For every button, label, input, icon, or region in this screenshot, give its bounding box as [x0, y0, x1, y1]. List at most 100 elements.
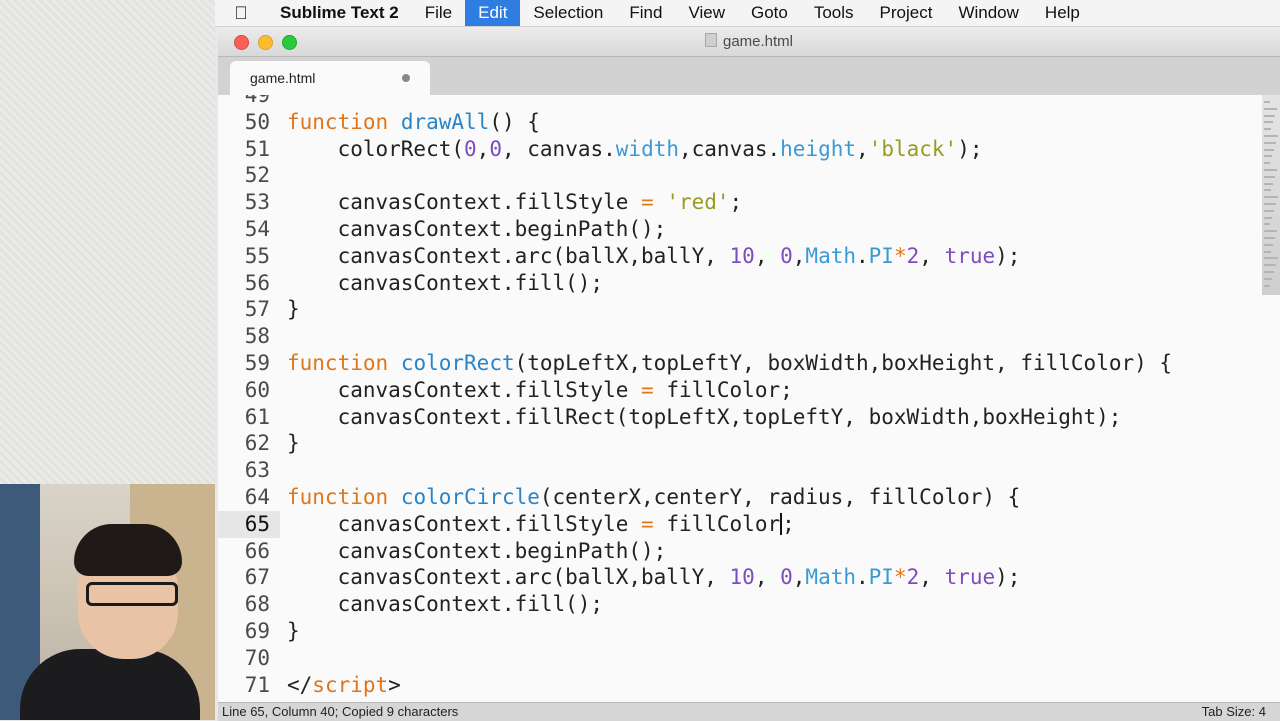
- menu-edit[interactable]: Edit: [465, 0, 521, 26]
- menu-bar:  Sublime Text 2 File Edit Selection Fin…: [215, 0, 1280, 27]
- line-number: 60: [244, 377, 270, 402]
- window-title-bar[interactable]: game.html: [218, 27, 1280, 57]
- tab-size-indicator[interactable]: Tab Size: 4: [1202, 703, 1266, 721]
- document-icon: [704, 33, 717, 47]
- code-line[interactable]: 54 canvasContext.beginPath();: [218, 216, 1258, 243]
- code-line[interactable]: 64 function colorCircle(centerX,centerY, …: [218, 484, 1258, 511]
- code-line[interactable]: 66 canvasContext.beginPath();: [218, 538, 1258, 565]
- line-number: 58: [244, 324, 270, 349]
- code-text: canvasContext.arc(ballX,ballY, 10, 0,Mat…: [287, 565, 1021, 590]
- minimap-line: [1264, 250, 1271, 253]
- minimap-line: [1264, 107, 1277, 110]
- minimap-line: [1264, 182, 1273, 185]
- code-line[interactable]: 61 canvasContext.fillRect(topLeftX,topLe…: [218, 404, 1258, 431]
- menu-view[interactable]: View: [675, 0, 738, 26]
- code-line[interactable]: 65 canvasContext.fillStyle = fillColor;: [218, 510, 1258, 538]
- desktop-background: [0, 0, 215, 484]
- code-line[interactable]: 59 function colorRect(topLeftX,topLeftY, …: [218, 350, 1258, 377]
- code-text: }: [287, 619, 300, 643]
- line-number: 66: [244, 538, 270, 563]
- minimap-line: [1264, 264, 1276, 267]
- code-line[interactable]: 69}: [218, 618, 1258, 645]
- code-text: canvasContext.beginPath();: [287, 217, 667, 241]
- code-line[interactable]: 62}: [218, 430, 1258, 457]
- code-text: }: [287, 431, 300, 456]
- webcam-overlay: [0, 484, 215, 720]
- line-number: 52: [244, 163, 270, 188]
- menu-file[interactable]: File: [412, 0, 465, 26]
- line-number: 59: [244, 351, 270, 375]
- code-line[interactable]: 60 canvasContext.fillStyle = fillColor;: [218, 377, 1258, 404]
- minimap-line: [1264, 243, 1273, 246]
- code-editor[interactable]: 49 50 function drawAll() {51 colorRect(0,0…: [218, 95, 1280, 702]
- code-line[interactable]: 57}: [218, 296, 1258, 323]
- menu-find[interactable]: Find: [616, 0, 675, 26]
- status-bar: Line 65, Column 40; Copied 9 characters …: [218, 702, 1280, 721]
- code-line[interactable]: 52: [218, 162, 1258, 189]
- code-text: canvasContext.arc(ballX,ballY, 10, 0,Mat…: [287, 243, 1021, 268]
- line-number: 64: [244, 485, 270, 509]
- menu-window[interactable]: Window: [945, 0, 1031, 26]
- menu-project[interactable]: Project: [867, 0, 946, 26]
- minimap-line: [1264, 230, 1277, 233]
- line-number: 65: [218, 510, 280, 538]
- tab-game-html[interactable]: game.html: [230, 61, 430, 95]
- code-line[interactable]: 53 canvasContext.fillStyle = 'red';: [218, 189, 1258, 216]
- code-text: function colorCircle(centerX,centerY, ra…: [287, 485, 1021, 509]
- minimap-line: [1264, 284, 1270, 287]
- line-number: 55: [244, 243, 270, 268]
- code-line[interactable]: 55 canvasContext.arc(ballX,ballY, 10, 0,…: [218, 243, 1258, 270]
- code-line[interactable]: 50 function drawAll() {: [218, 109, 1258, 136]
- minimap-line: [1264, 196, 1278, 199]
- code-text: colorRect(0,0, canvas.width,canvas.heigh…: [287, 136, 983, 161]
- code-text: canvasContext.fillRect(topLeftX,topLeftY…: [287, 404, 1122, 429]
- menu-help[interactable]: Help: [1032, 0, 1093, 26]
- code-text: canvasContext.fillStyle = 'red';: [287, 190, 743, 215]
- code-line[interactable]: 63: [218, 457, 1258, 484]
- apple-menu-icon[interactable]: : [215, 3, 267, 24]
- tab-bar: game.html: [218, 57, 1280, 95]
- line-number: 50: [244, 109, 270, 134]
- code-text: </script>: [287, 672, 401, 697]
- minimap-line: [1264, 277, 1272, 280]
- tab-label: game.html: [250, 70, 316, 86]
- minimap-line: [1264, 162, 1270, 165]
- minimap[interactable]: [1262, 95, 1280, 295]
- code-line[interactable]: 58: [218, 323, 1258, 350]
- webcam-person-glasses: [86, 582, 178, 606]
- webcam-person-hair: [74, 524, 182, 576]
- unsaved-dot-icon[interactable]: [402, 74, 410, 82]
- line-number: 57: [244, 297, 270, 322]
- minimap-line: [1264, 175, 1275, 178]
- webcam-person-shirt: [20, 649, 200, 720]
- code-line[interactable]: 56 canvasContext.fill();: [218, 270, 1258, 297]
- minimap-line: [1264, 223, 1270, 226]
- code-text: canvasContext.fillStyle = fillColor;: [287, 377, 793, 402]
- menu-selection[interactable]: Selection: [520, 0, 616, 26]
- code-line[interactable]: 70: [218, 645, 1258, 672]
- menu-tools[interactable]: Tools: [801, 0, 867, 26]
- line-number: 53: [244, 190, 270, 215]
- minimap-line: [1264, 114, 1275, 117]
- menu-goto[interactable]: Goto: [738, 0, 801, 26]
- code-line[interactable]: 51 colorRect(0,0, canvas.width,canvas.he…: [218, 136, 1258, 163]
- line-number: 61: [244, 404, 270, 429]
- code-text: function drawAll() {: [287, 109, 540, 134]
- window-title: game.html: [218, 33, 1280, 50]
- line-number: 68: [244, 592, 270, 617]
- code-line[interactable]: 49: [218, 95, 1258, 109]
- code-line[interactable]: 67 canvasContext.arc(ballX,ballY, 10, 0,…: [218, 564, 1258, 591]
- minimap-line: [1264, 141, 1276, 144]
- minimap-line: [1264, 135, 1278, 137]
- code-line[interactable]: 71 </script>: [218, 672, 1258, 699]
- line-number: 63: [244, 458, 270, 483]
- minimap-line: [1264, 257, 1278, 260]
- minimap-line: [1264, 128, 1271, 131]
- line-number: 70: [244, 645, 270, 670]
- code-text: canvasContext.fill();: [287, 592, 604, 617]
- minimap-line: [1264, 155, 1272, 158]
- line-number: 56: [244, 270, 270, 295]
- app-menu[interactable]: Sublime Text 2: [267, 0, 412, 26]
- code-line[interactable]: 68 canvasContext.fill();: [218, 591, 1258, 618]
- line-number: 54: [244, 217, 270, 241]
